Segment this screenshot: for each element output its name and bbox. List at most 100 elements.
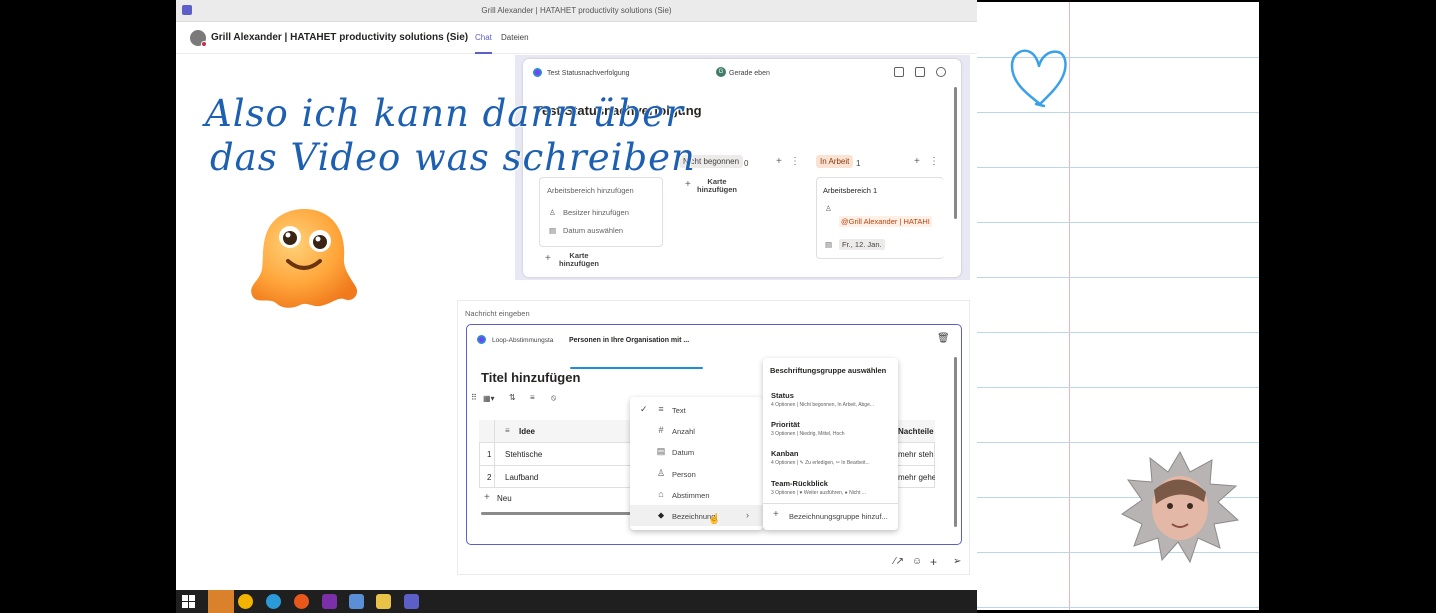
- start-icon[interactable]: [182, 595, 195, 608]
- sort-icon[interactable]: ⇅: [509, 393, 516, 402]
- row-number: 1: [487, 450, 492, 459]
- attach-icon[interactable]: +: [930, 555, 937, 569]
- cell-idee[interactable]: Stehtische: [505, 450, 542, 459]
- start-tile: [182, 595, 188, 601]
- filter-icon[interactable]: ≡: [530, 393, 535, 402]
- group-status-options: 4 Optionen | Nicht begonnen, In Arbeit, …: [771, 402, 875, 408]
- loop-icon: [477, 335, 486, 344]
- card-title: Arbeitsbereich 1: [823, 186, 878, 195]
- busy-status-icon: [201, 41, 207, 47]
- add-icon: +: [685, 179, 691, 190]
- calendar-icon: ▤: [825, 240, 833, 249]
- text-column-icon: ≡: [505, 426, 510, 435]
- date-field[interactable]: Datum auswählen: [563, 226, 623, 235]
- blob-emoji-icon: [251, 209, 358, 308]
- handwritten-note-line1: Also ich kann dann über: [205, 92, 684, 135]
- more-icon[interactable]: ⋮: [929, 156, 939, 167]
- row-number: 2: [487, 473, 492, 482]
- menu-item-date[interactable]: ▤ Datum: [630, 441, 763, 462]
- chat-header: Grill Alexander | HATAHET productivity s…: [176, 22, 977, 54]
- scrollbar[interactable]: [954, 357, 957, 527]
- delete-icon[interactable]: 🗑: [937, 333, 950, 344]
- new-row-button[interactable]: Neu: [497, 494, 512, 503]
- column-divider: [494, 420, 495, 488]
- grid-icon[interactable]: [894, 67, 904, 77]
- menu-item-number[interactable]: # Anzahl: [630, 420, 763, 441]
- menu-item-label-type[interactable]: ⬥ Bezeichnung › ☝: [630, 505, 763, 526]
- group-priority-options: 3 Optionen | Niedrig, Mittel, Hoch: [771, 431, 845, 437]
- chrome-icon[interactable]: [238, 594, 253, 609]
- add-icon[interactable]: +: [776, 156, 782, 167]
- last-edit-time: Gerade eben: [729, 70, 770, 77]
- teams-icon[interactable]: [404, 594, 419, 609]
- due-date[interactable]: Fr., 12. Jan.: [839, 239, 885, 250]
- hide-icon[interactable]: ⦸: [551, 393, 556, 403]
- share-icon[interactable]: [936, 67, 946, 77]
- paint-icon[interactable]: [349, 594, 364, 609]
- screen: Grill Alexander | HATAHET productivity s…: [0, 0, 1436, 613]
- explorer-icon[interactable]: [376, 594, 391, 609]
- loop-card-name: Test Statusnachverfolgung: [547, 70, 630, 77]
- owner-field[interactable]: Besitzer hinzufügen: [563, 208, 629, 217]
- table-icon[interactable]: ▦▾: [483, 394, 495, 403]
- tab-chat[interactable]: Chat: [475, 33, 492, 54]
- message-placeholder[interactable]: Nachricht eingeben: [465, 309, 530, 318]
- outlook-icon[interactable]: [208, 590, 234, 613]
- firefox-icon[interactable]: [294, 594, 309, 609]
- handwritten-note-line2: das Video was schreiben: [210, 136, 696, 179]
- editor-title[interactable]: Titel hinzufügen: [481, 370, 580, 385]
- group-kanban[interactable]: Kanban: [771, 449, 799, 458]
- heart-icon: [1010, 49, 1067, 108]
- calendar-icon: ▤: [656, 446, 666, 456]
- add-card-button[interactable]: Karte hinzufügen: [559, 252, 599, 268]
- scrollbar[interactable]: [954, 87, 957, 219]
- menu-item-text[interactable]: ≡ Text: [630, 399, 763, 420]
- tag-icon: ⬥: [657, 510, 665, 520]
- group-status[interactable]: Status: [771, 391, 794, 400]
- format-icon[interactable]: ⁄↗: [894, 556, 904, 567]
- more-icon[interactable]: ⋮: [790, 156, 800, 167]
- taskbar: [176, 590, 977, 613]
- number-icon: #: [658, 425, 664, 435]
- add-card-button[interactable]: Karte hinzufügen: [697, 178, 737, 194]
- column-in-progress: In Arbeit: [816, 155, 854, 168]
- header-idee[interactable]: Idee: [519, 427, 535, 436]
- cell-nachteile[interactable]: mehr gehe: [898, 473, 935, 482]
- add-label-group-button[interactable]: Bezeichnungsgruppe hinzuf...: [789, 512, 888, 521]
- group-retro[interactable]: Team-Rückblick: [771, 479, 828, 488]
- new-card[interactable]: Arbeitsbereich hinzufügen ♙ Besitzer hin…: [539, 177, 663, 247]
- add-icon[interactable]: +: [914, 156, 920, 167]
- ruled-line: [977, 442, 1259, 443]
- share-scope[interactable]: Personen in Ihre Organisation mit ...: [569, 337, 689, 344]
- cell-nachteile[interactable]: mehr steh: [898, 450, 935, 459]
- ink-underline: [570, 367, 703, 369]
- ruled-line: [977, 167, 1259, 168]
- editor-avatar: G: [716, 67, 726, 77]
- cell-idee[interactable]: Laufband: [505, 473, 538, 482]
- start-tile: [182, 602, 188, 608]
- menu-item-person[interactable]: ♙ Person: [630, 463, 763, 484]
- card-title: Arbeitsbereich hinzufügen: [547, 186, 634, 195]
- emoji-icon[interactable]: ☺: [912, 556, 922, 567]
- avatar[interactable]: [190, 30, 207, 47]
- ruled-line: [977, 332, 1259, 333]
- ruled-line: [977, 112, 1259, 113]
- column-not-started-count: 0: [744, 159, 749, 168]
- start-tile: [189, 602, 195, 608]
- drag-handle-icon[interactable]: ⠿: [471, 393, 477, 402]
- header-nachteile[interactable]: Nachteile: [898, 427, 934, 436]
- group-priority[interactable]: Priorität: [771, 420, 800, 429]
- calendar-icon: ▤: [549, 226, 557, 235]
- onenote-icon[interactable]: [322, 594, 337, 609]
- task-card[interactable]: Arbeitsbereich 1 ♙ @Grill Alexander | HA…: [816, 177, 944, 259]
- chat-title: Grill Alexander | HATAHET productivity s…: [211, 32, 469, 43]
- edge-icon[interactable]: [266, 594, 281, 609]
- menu-item-vote[interactable]: ⌂ Abstimmen: [630, 484, 763, 505]
- send-icon[interactable]: ➢: [953, 556, 961, 567]
- horizontal-scrollbar[interactable]: [481, 512, 631, 515]
- add-card-label: hinzufügen: [697, 185, 737, 194]
- copy-icon[interactable]: [915, 67, 925, 77]
- assignee-mention[interactable]: @Grill Alexander | HATAHI: [839, 216, 932, 227]
- tab-dateien[interactable]: Dateien: [501, 33, 529, 42]
- divider: [763, 503, 898, 504]
